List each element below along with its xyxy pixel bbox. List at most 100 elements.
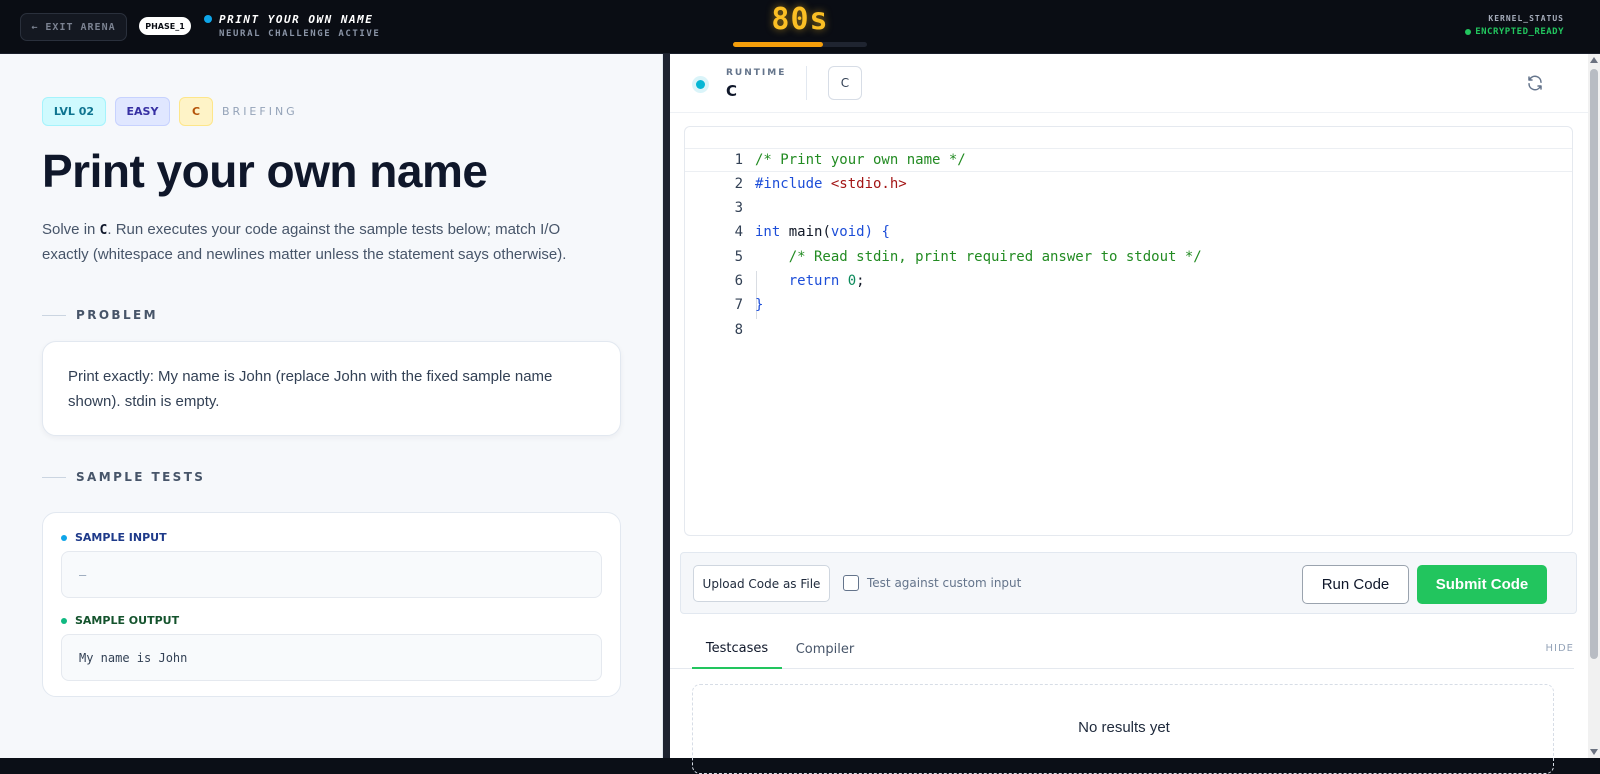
problem-description: Solve in C. Run executes your code again… xyxy=(42,217,602,267)
problem-section-heading: PROBLEM xyxy=(42,308,158,322)
code-text: } xyxy=(755,297,764,313)
heading-rule xyxy=(42,476,66,478)
code-line-7[interactable]: 7 } xyxy=(685,293,1572,317)
samples-section-heading: SAMPLE TESTS xyxy=(42,470,205,484)
number-token: 0 xyxy=(847,273,857,289)
code-text: int main(void) { xyxy=(755,224,890,240)
include-token: <stdio.h> xyxy=(830,176,907,192)
line-number: 1 xyxy=(734,152,743,168)
desc-suffix: . Run executes your code against the sam… xyxy=(42,221,567,263)
sample-input-label: SAMPLE INPUT xyxy=(61,531,167,544)
sample-output-label-text: SAMPLE OUTPUT xyxy=(75,614,180,627)
problem-heading-text: PROBLEM xyxy=(76,308,158,322)
exit-arena-button[interactable]: ← EXIT ARENA xyxy=(20,13,127,41)
keyword-token: return xyxy=(755,273,840,289)
sample-output-box: My name is John xyxy=(61,634,602,681)
semicolon-token: ; xyxy=(856,273,865,289)
countdown-timer: 80s xyxy=(771,2,829,37)
line-number: 8 xyxy=(734,322,743,338)
code-line-2[interactable]: 2 #include <stdio.h> xyxy=(685,172,1572,196)
line-number: 7 xyxy=(734,297,743,313)
runtime-bar: RUNTIME C C xyxy=(670,54,1588,113)
custom-input-checkbox[interactable] xyxy=(843,575,859,591)
level-tag: LVL 02 xyxy=(42,97,106,126)
exit-arena-label: ← EXIT ARENA xyxy=(31,21,116,33)
tab-testcases[interactable]: Testcases xyxy=(692,629,782,669)
results-area: No results yet xyxy=(692,684,1554,774)
code-line-8[interactable]: 8 xyxy=(685,318,1572,342)
upload-code-button[interactable]: Upload Code as File xyxy=(693,565,830,602)
line-number: 2 xyxy=(734,176,743,192)
code-line-1[interactable]: 1 /* Print your own name */ xyxy=(685,148,1572,172)
code-line-5[interactable]: 5 /* Read stdin, print required answer t… xyxy=(685,245,1572,269)
line-number: 6 xyxy=(734,273,743,289)
phase-badge: PHASE_1 xyxy=(139,17,191,35)
preprocessor-token: #include xyxy=(755,176,831,192)
briefing-label: BRIEFING xyxy=(222,105,298,118)
code-text: /* Print your own name */ xyxy=(755,152,966,168)
code-text: /* Read stdin, print required answer to … xyxy=(755,249,1202,265)
empty-results-message: No results yet xyxy=(1078,719,1170,736)
code-line-3[interactable]: 3 xyxy=(685,196,1572,220)
timer-progress-track xyxy=(733,42,867,47)
runtime-status-dot xyxy=(696,80,705,89)
keyword-token: void xyxy=(830,224,865,240)
sample-input-dot xyxy=(61,534,67,541)
kernel-status-text: ENCRYPTED_READY xyxy=(1475,27,1564,37)
run-code-button[interactable]: Run Code xyxy=(1302,565,1409,604)
sample-output-value: My name is John xyxy=(79,650,188,665)
problem-statement: Print exactly: My name is John (replace … xyxy=(68,368,553,410)
runtime-value: C xyxy=(726,82,738,100)
code-line-4[interactable]: 4 int main(void) { xyxy=(685,220,1572,244)
sample-input-box: — xyxy=(61,551,602,598)
scroll-up-icon[interactable] xyxy=(1590,57,1598,63)
kernel-status-label: KERNEL_STATUS xyxy=(1488,14,1564,23)
sample-output-label: SAMPLE OUTPUT xyxy=(61,614,179,627)
code-editor[interactable]: 1 /* Print your own name */ 2 #include <… xyxy=(684,126,1573,536)
timer-progress-fill xyxy=(733,42,823,47)
brace-token: ) { xyxy=(864,224,890,240)
refresh-icon[interactable] xyxy=(1526,74,1544,92)
code-text: #include <stdio.h> xyxy=(755,176,907,192)
tab-compiler[interactable]: Compiler xyxy=(788,629,862,669)
line-number: 3 xyxy=(734,200,743,216)
keyword-token: int xyxy=(755,224,781,240)
scroll-down-icon[interactable] xyxy=(1590,749,1598,755)
hide-results-button[interactable]: HIDE xyxy=(1546,643,1575,654)
function-token: main( xyxy=(780,224,831,240)
problem-panel: LVL 02 EASY C BRIEFING Print your own na… xyxy=(0,54,663,758)
runtime-label: RUNTIME xyxy=(726,68,787,78)
challenge-subtitle: NEURAL CHALLENGE ACTIVE xyxy=(219,29,381,39)
editor-scrollbar[interactable] xyxy=(1588,54,1600,758)
sample-input-label-text: SAMPLE INPUT xyxy=(75,531,167,544)
line-number: 5 xyxy=(734,249,743,265)
problem-statement-card: Print exactly: My name is John (replace … xyxy=(42,341,621,436)
scrollbar-thumb[interactable] xyxy=(1590,69,1598,659)
editor-action-bar: Upload Code as File Test against custom … xyxy=(680,552,1577,614)
challenge-title: PRINT YOUR OWN NAME xyxy=(219,13,374,26)
panel-splitter[interactable] xyxy=(663,54,670,758)
problem-title: Print your own name xyxy=(42,145,488,197)
results-tabs: Testcases Compiler HIDE xyxy=(670,629,1574,669)
custom-input-label[interactable]: Test against custom input xyxy=(867,576,1021,590)
sample-input-value: — xyxy=(79,567,87,582)
runtime-divider xyxy=(806,66,807,100)
kernel-status-dot xyxy=(1465,29,1472,35)
language-select[interactable]: C xyxy=(828,66,862,100)
heading-rule xyxy=(42,314,66,316)
language-tag: C xyxy=(179,97,213,126)
kernel-status-value: ENCRYPTED_READY xyxy=(1465,27,1564,37)
desc-prefix: Solve in xyxy=(42,221,100,238)
challenge-status-dot xyxy=(204,15,212,23)
code-line-6[interactable]: 6 return 0; xyxy=(685,269,1572,293)
submit-code-button[interactable]: Submit Code xyxy=(1417,565,1547,604)
samples-heading-text: SAMPLE TESTS xyxy=(76,470,206,484)
line-number: 4 xyxy=(734,224,743,240)
top-bar: ← EXIT ARENA PHASE_1 PRINT YOUR OWN NAME… xyxy=(0,0,1600,54)
sample-tests-card: SAMPLE INPUT — SAMPLE OUTPUT My name is … xyxy=(42,512,621,697)
difficulty-tag: EASY xyxy=(115,97,170,126)
code-text: return 0; xyxy=(755,273,865,289)
sample-output-dot xyxy=(61,617,67,624)
editor-panel: RUNTIME C C 1 /* Print your own name */ … xyxy=(670,54,1588,774)
